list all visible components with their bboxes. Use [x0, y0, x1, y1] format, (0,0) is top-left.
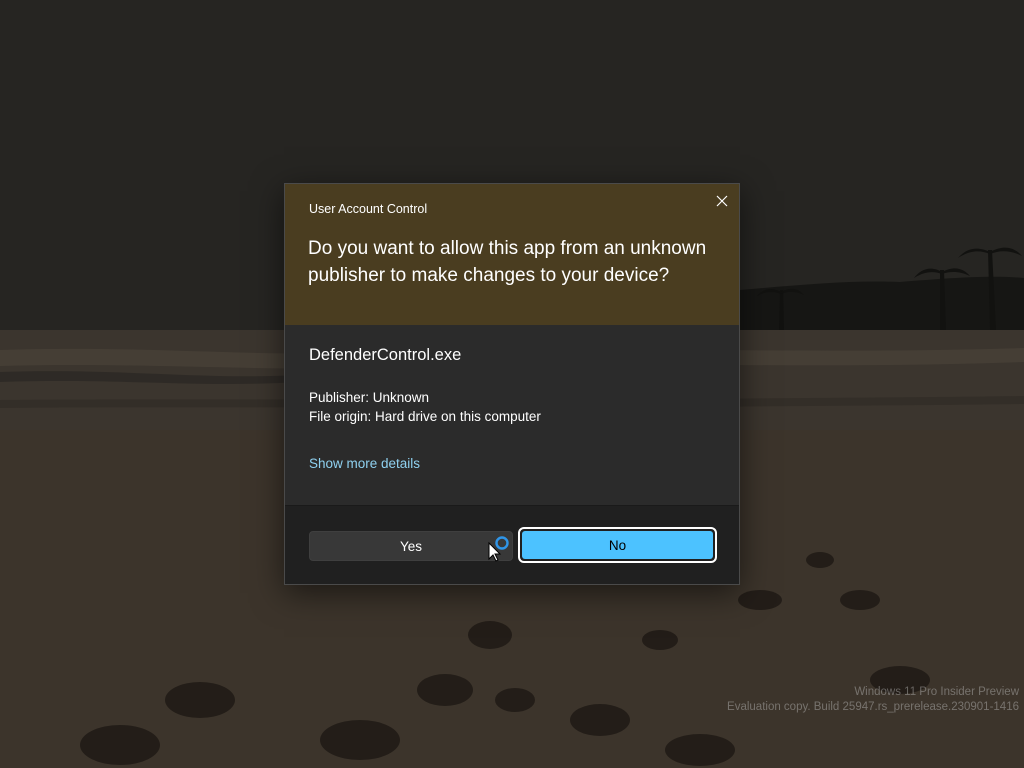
no-button-focus-ring: No — [518, 527, 717, 563]
show-more-details-link[interactable]: Show more details — [309, 456, 420, 471]
uac-dialog: User Account Control Do you want to allo… — [284, 183, 740, 585]
file-origin-info: File origin: Hard drive on this computer — [309, 409, 541, 424]
yes-button[interactable]: Yes — [309, 531, 513, 561]
uac-prompt: Do you want to allow this app from an un… — [308, 238, 707, 286]
app-name: DefenderControl.exe — [309, 346, 462, 364]
publisher-info: Publisher: Unknown — [309, 390, 430, 405]
dialog-title: User Account Control — [309, 202, 428, 216]
dialog-footer: Yes No — [285, 505, 739, 584]
desktop: User Account Control Do you want to allo… — [0, 0, 1024, 768]
no-button[interactable]: No — [522, 531, 713, 559]
dialog-header: User Account Control Do you want to allo… — [285, 184, 739, 325]
close-icon — [716, 195, 728, 207]
close-button[interactable] — [709, 188, 735, 214]
watermark-build: Evaluation copy. Build 25947.rs_prerelea… — [727, 701, 1019, 713]
watermark-edition: Windows 11 Pro Insider Preview — [854, 686, 1019, 698]
